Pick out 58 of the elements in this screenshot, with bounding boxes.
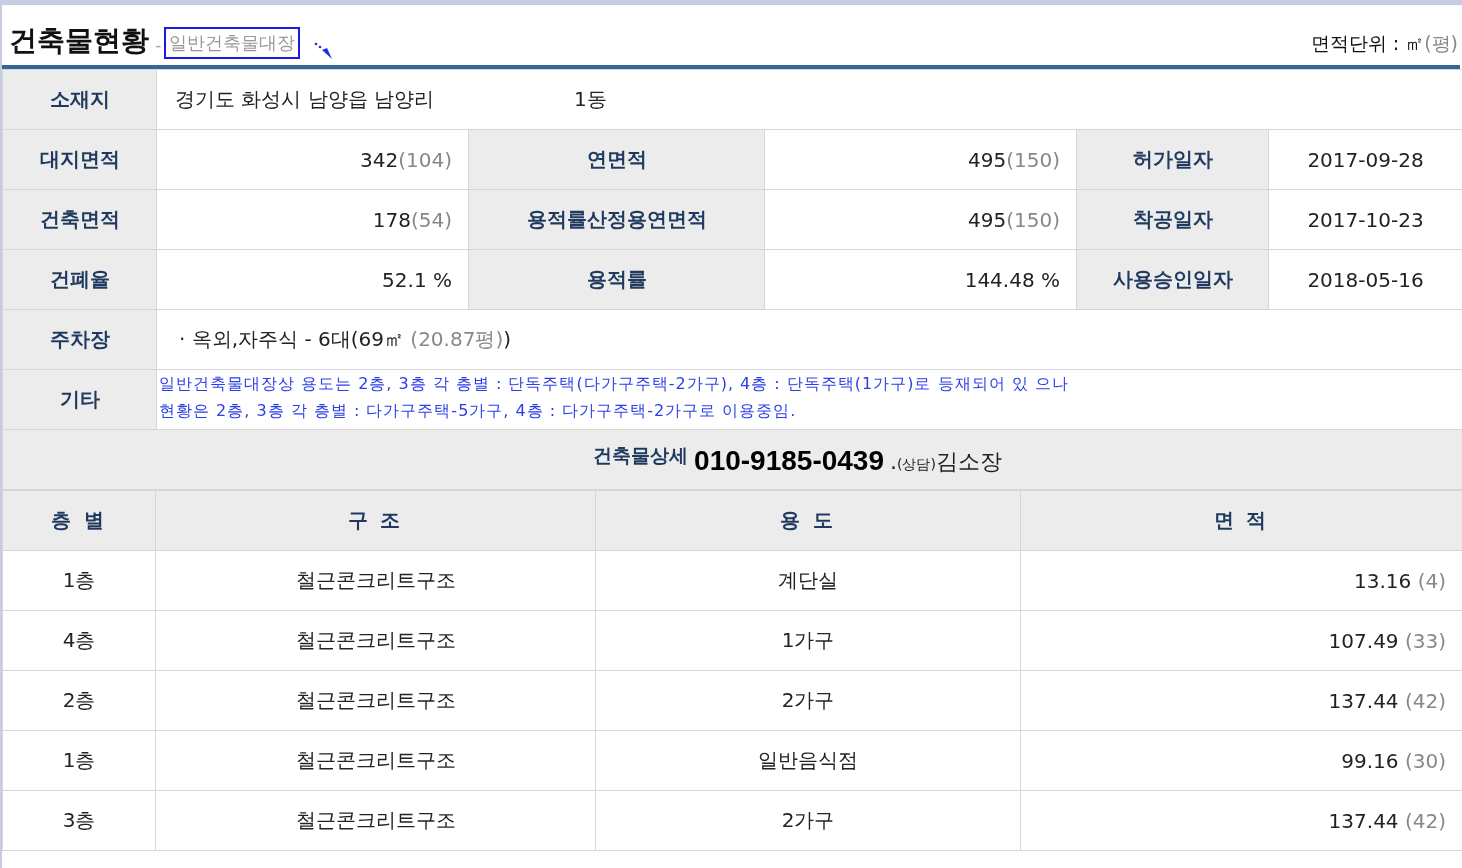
table-cell: 1층	[2, 730, 156, 791]
table-cell: 178(54)	[156, 189, 469, 250]
row-label: 주차장	[2, 309, 157, 370]
table-cell: 철근콘크리트구조	[155, 790, 596, 851]
register-type-label: 일반건축물대장	[163, 27, 300, 59]
table-cell: 1층	[2, 550, 156, 611]
parking-text: · 옥외,자주식 - 6대(69㎡ (20.87평))	[179, 327, 512, 351]
row-label: 사용승인일자	[1076, 249, 1269, 310]
column-header: 면 적	[1020, 490, 1462, 551]
row-label: 건폐율	[2, 249, 157, 310]
column-header: 용 도	[595, 490, 1021, 551]
table-cell: 13.16 (4)	[1020, 550, 1462, 611]
row-label: 용적률	[468, 249, 765, 310]
row-label: 연면적	[468, 129, 765, 190]
column-header: 층 별	[2, 490, 156, 551]
separator-dash: -	[155, 34, 162, 55]
row-label: 용적률산정용연면적	[468, 189, 765, 250]
page-title: 건축물현황	[9, 26, 149, 57]
area-unit-label: 면적단위 : ㎡(평)	[1310, 31, 1458, 56]
row-label: 대지면적	[2, 129, 157, 190]
column-header: 구 조	[155, 490, 596, 551]
table-cell: 137.44 (42)	[1020, 670, 1462, 731]
table-cell: 495(150)	[764, 189, 1077, 250]
row-label: 허가일자	[1076, 129, 1269, 190]
table-cell: 137.44 (42)	[1020, 790, 1462, 851]
phone-number: 010-9185-0439	[694, 444, 884, 477]
row-label: 착공일자	[1076, 189, 1269, 250]
table-cell: 495(150)	[764, 129, 1077, 190]
table-cell: 144.48 %	[764, 249, 1077, 310]
table-cell: 철근콘크리트구조	[155, 550, 596, 611]
table-cell: 2017-10-23	[1268, 189, 1462, 250]
table-cell: 철근콘크리트구조	[155, 730, 596, 791]
row-label: 소재지	[2, 69, 157, 130]
table-cell: 4층	[2, 610, 156, 671]
table-cell: 2층	[2, 670, 156, 731]
note-text: 현황은 2층, 3층 각 층별 : 다가구주택-5가구, 4층 : 다가구주택-2가구로 이용중임.	[159, 400, 798, 422]
table-cell: 일반음식점	[595, 730, 1021, 791]
table-cell: 1가구	[595, 610, 1021, 671]
table-cell: 3층	[2, 790, 156, 851]
building-number: 1동	[574, 87, 607, 111]
table-cell: 99.16 (30)	[1020, 730, 1462, 791]
row-label: 건축면적	[2, 189, 157, 250]
dotted-arrow-icon	[313, 42, 334, 60]
table-cell: 342(104)	[156, 129, 469, 190]
table-cell: 2가구	[595, 670, 1021, 731]
table-cell: 철근콘크리트구조	[155, 610, 596, 671]
contact-name: .(상담)김소장	[890, 447, 1002, 476]
table-cell: 계단실	[595, 550, 1021, 611]
row-label: 기타	[2, 369, 157, 430]
table-cell: 107.49 (33)	[1020, 610, 1462, 671]
table-cell: 52.1 %	[156, 249, 469, 310]
table-cell: 철근콘크리트구조	[155, 670, 596, 731]
section-label: 건축물상세	[593, 442, 689, 468]
table-cell: 2가구	[595, 790, 1021, 851]
table-cell: 2018-05-16	[1268, 249, 1462, 310]
address-text: 경기도 화성시 남양읍 남양리	[175, 87, 435, 111]
table-cell: 2017-09-28	[1268, 129, 1462, 190]
note-text: 일반건축물대장상 용도는 2층, 3층 각 층별 : 단독주택(다가구주택-2가구), 4층 : 단독주택(1가구)로 등재되어 있 으나	[159, 373, 1070, 395]
